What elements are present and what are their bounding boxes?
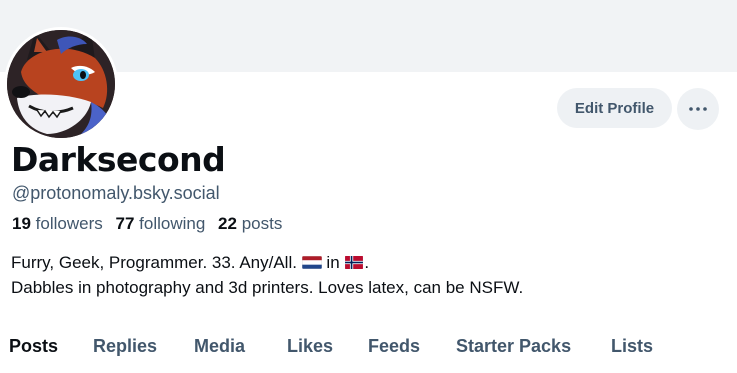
tab-feeds[interactable]: Feeds xyxy=(368,336,420,357)
norway-flag-icon xyxy=(344,256,364,269)
profile-tabs: Posts Replies Media Likes Feeds Starter … xyxy=(0,330,737,370)
tab-replies[interactable]: Replies xyxy=(93,336,157,357)
bio-in-word: in xyxy=(326,253,340,272)
edit-profile-button[interactable]: Edit Profile xyxy=(557,88,672,128)
bio-line-2: Dabbles in photography and 3d printers. … xyxy=(11,278,524,297)
profile-handle: @protonomaly.bsky.social xyxy=(12,183,220,203)
profile-stats: 19 followers 77 following 22 posts xyxy=(12,214,282,234)
posts-label: posts xyxy=(241,214,283,233)
netherlands-flag-icon xyxy=(301,256,322,269)
bio-line-1: Furry, Geek, Programmer. 33. Any/All. in… xyxy=(11,250,523,275)
tab-starter-packs[interactable]: Starter Packs xyxy=(456,336,571,357)
profile-bio: Furry, Geek, Programmer. 33. Any/All. in… xyxy=(11,250,523,300)
display-name: Darksecond xyxy=(11,140,226,179)
bio-line-1-end: . xyxy=(364,253,370,272)
fox-avatar-icon xyxy=(7,30,115,138)
followers-label: followers xyxy=(35,214,103,233)
more-options-button[interactable] xyxy=(677,88,719,130)
followers-count: 19 xyxy=(12,214,31,233)
following-stat[interactable]: 77 following xyxy=(115,214,205,233)
tab-posts[interactable]: Posts xyxy=(9,336,58,357)
tab-lists[interactable]: Lists xyxy=(611,336,653,357)
avatar[interactable] xyxy=(4,27,118,141)
tab-media[interactable]: Media xyxy=(194,336,245,357)
tab-likes[interactable]: Likes xyxy=(287,336,333,357)
posts-stat: 22 posts xyxy=(218,214,282,233)
posts-count: 22 xyxy=(218,214,237,233)
following-label: following xyxy=(139,214,206,233)
followers-stat[interactable]: 19 followers xyxy=(12,214,103,233)
following-count: 77 xyxy=(115,214,135,233)
bio-line-1-text: Furry, Geek, Programmer. 33. Any/All. xyxy=(11,253,297,272)
ellipsis-icon xyxy=(689,107,707,111)
